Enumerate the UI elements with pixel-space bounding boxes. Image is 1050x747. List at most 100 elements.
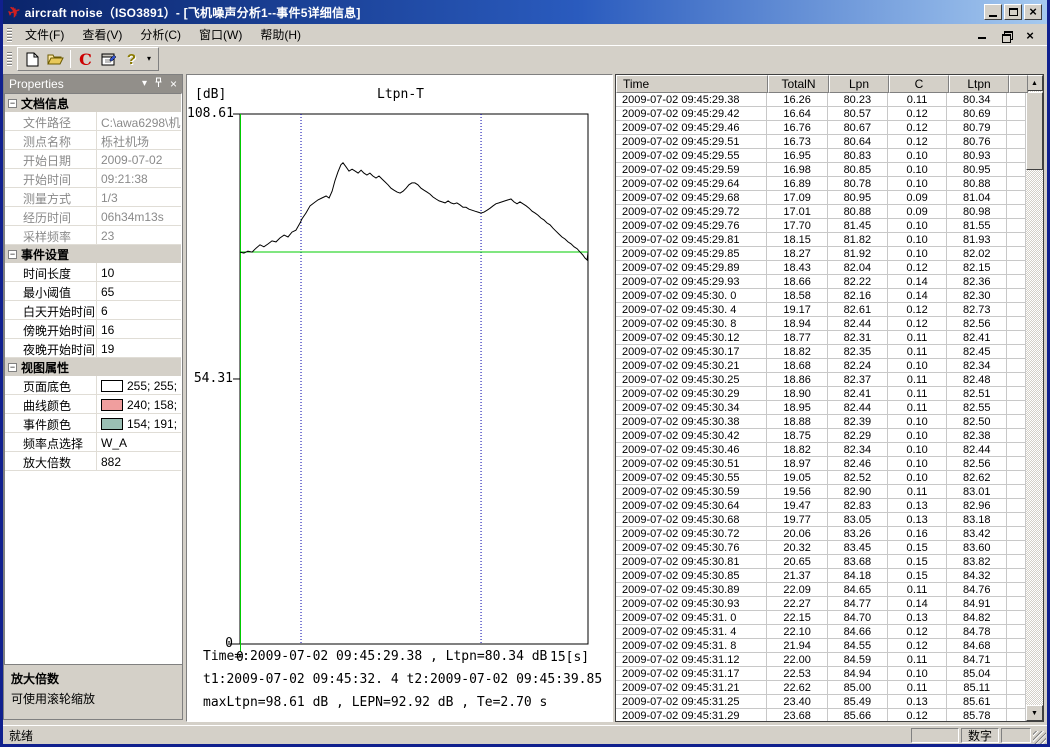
table-row[interactable]: 2009-07-02 09:45:31. 022.1584.700.1384.8… (616, 611, 1026, 625)
table-row[interactable]: 2009-07-02 09:45:30.8922.0984.650.1184.7… (616, 583, 1026, 597)
table-row[interactable]: 2009-07-02 09:45:30.2118.6882.240.1082.3… (616, 359, 1026, 373)
table-row[interactable]: 2009-07-02 09:45:29.7617.7081.450.1081.5… (616, 219, 1026, 233)
scrollbar-thumb[interactable] (1026, 92, 1043, 170)
menu-item-2[interactable]: 分析(C) (131, 25, 190, 45)
table-row[interactable]: 2009-07-02 09:45:30.6419.4782.830.1382.9… (616, 499, 1026, 513)
table-row[interactable]: 2009-07-02 09:45:30.4218.7582.290.1082.3… (616, 429, 1026, 443)
chevron-down-icon[interactable]: ▾ (142, 79, 147, 89)
table-row[interactable]: 2009-07-02 09:45:30.5919.5682.900.1183.0… (616, 485, 1026, 499)
table-row[interactable]: 2009-07-02 09:45:31. 422.1084.660.1284.7… (616, 625, 1026, 639)
mdi-restore-button[interactable] (999, 28, 1013, 41)
column-header-TotalN[interactable]: TotalN (768, 75, 829, 93)
table-row[interactable]: 2009-07-02 09:45:30.2918.9082.410.1182.5… (616, 387, 1026, 401)
collapse-icon[interactable]: − (8, 99, 17, 108)
menu-item-3[interactable]: 窗口(W) (190, 25, 251, 45)
table-row[interactable]: 2009-07-02 09:45:30.3418.9582.440.1182.5… (616, 401, 1026, 415)
table-row[interactable]: 2009-07-02 09:45:29.8118.1581.820.1081.9… (616, 233, 1026, 247)
table-row[interactable]: 2009-07-02 09:45:30.2518.8682.370.1182.4… (616, 373, 1026, 387)
property-section-header[interactable]: −事件设置 (5, 245, 181, 263)
column-header-Lpn[interactable]: Lpn (829, 75, 889, 93)
open-file-button[interactable] (44, 48, 67, 70)
help-button[interactable]: ? (120, 48, 143, 70)
table-row[interactable]: 2009-07-02 09:45:30.9322.2784.770.1484.9… (616, 597, 1026, 611)
table-row[interactable]: 2009-07-02 09:45:30.1218.7782.310.1182.4… (616, 331, 1026, 345)
table-row[interactable]: 2009-07-02 09:45:30.7220.0683.260.1683.4… (616, 527, 1026, 541)
color-swatch[interactable] (101, 399, 123, 411)
analysis-button[interactable]: C (74, 48, 97, 70)
property-value[interactable]: 255; 255; 25 (97, 376, 181, 394)
table-row[interactable]: 2009-07-02 09:45:31.1722.5384.940.1085.0… (616, 667, 1026, 681)
table-row[interactable]: 2009-07-02 09:45:30.5118.9782.460.1082.5… (616, 457, 1026, 471)
toolbar-grip[interactable] (7, 52, 12, 66)
table-row[interactable]: 2009-07-02 09:45:29.6817.0980.950.0981.0… (616, 191, 1026, 205)
collapse-icon[interactable]: − (8, 250, 17, 259)
property-value[interactable]: 19 (97, 339, 181, 357)
table-row[interactable]: 2009-07-02 09:45:29.4616.7680.670.1280.7… (616, 121, 1026, 135)
property-value[interactable]: W_A (97, 433, 181, 451)
column-header-Time[interactable]: Time (616, 75, 768, 93)
table-row[interactable]: 2009-07-02 09:45:31.2923.6885.660.1285.7… (616, 709, 1026, 721)
table-cell: 19.17 (767, 303, 828, 316)
table-row[interactable]: 2009-07-02 09:45:30.1718.8282.350.1182.4… (616, 345, 1026, 359)
mdi-close-button[interactable]: × (1023, 28, 1037, 41)
table-row[interactable]: 2009-07-02 09:45:29.5116.7380.640.1280.7… (616, 135, 1026, 149)
collapse-icon[interactable]: − (8, 363, 17, 372)
maximize-button[interactable] (1004, 4, 1022, 20)
property-value[interactable]: 65 (97, 282, 181, 300)
table-row[interactable]: 2009-07-02 09:45:30.5519.0582.520.1082.6… (616, 471, 1026, 485)
color-swatch[interactable] (101, 418, 123, 430)
scroll-up-arrow-icon[interactable]: ▲ (1026, 75, 1043, 91)
column-header-Ltpn[interactable]: Ltpn (949, 75, 1009, 93)
table-row[interactable]: 2009-07-02 09:45:30. 018.5882.160.1482.3… (616, 289, 1026, 303)
scroll-down-arrow-icon[interactable]: ▼ (1026, 705, 1043, 721)
table-row[interactable]: 2009-07-02 09:45:31.2122.6285.000.1185.1… (616, 681, 1026, 695)
table-row[interactable]: 2009-07-02 09:45:29.8518.2781.920.1082.0… (616, 247, 1026, 261)
table-row[interactable]: 2009-07-02 09:45:30.6819.7783.050.1383.1… (616, 513, 1026, 527)
new-file-button[interactable] (21, 48, 44, 70)
table-row[interactable]: 2009-07-02 09:45:29.3816.2680.230.1180.3… (616, 93, 1026, 107)
resize-grip[interactable] (1033, 731, 1046, 744)
table-row[interactable]: 2009-07-02 09:45:29.5916.9880.850.1080.9… (616, 163, 1026, 177)
table-row[interactable]: 2009-07-02 09:45:29.9318.6682.220.1482.3… (616, 275, 1026, 289)
close-panel-icon[interactable]: × (170, 79, 177, 89)
table-row[interactable]: 2009-07-02 09:45:30.3818.8882.390.1082.5… (616, 415, 1026, 429)
table-row[interactable]: 2009-07-02 09:45:30.8120.6583.680.1583.8… (616, 555, 1026, 569)
table-row[interactable]: 2009-07-02 09:45:29.8918.4382.040.1282.1… (616, 261, 1026, 275)
menu-item-1[interactable]: 查看(V) (73, 25, 131, 45)
table-row[interactable]: 2009-07-02 09:45:30. 818.9482.440.1282.5… (616, 317, 1026, 331)
menu-grip[interactable] (7, 28, 12, 42)
minimize-button[interactable] (984, 4, 1002, 20)
table-row[interactable]: 2009-07-02 09:45:29.7217.0180.880.0980.9… (616, 205, 1026, 219)
property-value[interactable]: 6 (97, 301, 181, 319)
table-vertical-scrollbar[interactable]: ▲ ▼ (1026, 75, 1043, 721)
column-header-C[interactable]: C (889, 75, 949, 93)
table-row[interactable]: 2009-07-02 09:45:29.6416.8980.780.1080.8… (616, 177, 1026, 191)
column-header-blank[interactable] (1009, 75, 1028, 93)
property-section-header[interactable]: −文档信息 (5, 94, 181, 112)
color-swatch[interactable] (101, 380, 123, 392)
table-row[interactable]: 2009-07-02 09:45:30.7620.3283.450.1583.6… (616, 541, 1026, 555)
table-row[interactable]: 2009-07-02 09:45:31. 821.9484.550.1284.6… (616, 639, 1026, 653)
mdi-minimize-button[interactable] (975, 28, 989, 41)
property-section-header[interactable]: −视图属性 (5, 358, 181, 376)
property-value[interactable]: 240; 158; 15 (97, 395, 181, 413)
menu-item-0[interactable]: 文件(F) (16, 25, 73, 45)
table-row[interactable]: 2009-07-02 09:45:30.8521.3784.180.1584.3… (616, 569, 1026, 583)
pin-icon[interactable] (154, 77, 163, 91)
property-value[interactable]: 16 (97, 320, 181, 338)
property-value[interactable]: 154; 191; 18 (97, 414, 181, 432)
property-value[interactable]: 10 (97, 263, 181, 281)
table-row[interactable]: 2009-07-02 09:45:29.5516.9580.830.1080.9… (616, 149, 1026, 163)
table-row[interactable]: 2009-07-02 09:45:30.4618.8282.340.1082.4… (616, 443, 1026, 457)
table-cell: 18.97 (767, 457, 828, 470)
table-row[interactable]: 2009-07-02 09:45:31.2523.4085.490.1385.6… (616, 695, 1026, 709)
chart-panel[interactable]: Ltpn-T [dB] 108.6154.310015[s]Time=:2009… (186, 74, 613, 722)
menu-item-4[interactable]: 帮助(H) (251, 25, 310, 45)
toolbar-overflow-button[interactable]: ▾ (143, 48, 155, 70)
table-row[interactable]: 2009-07-02 09:45:31.1222.0084.590.1184.7… (616, 653, 1026, 667)
table-row[interactable]: 2009-07-02 09:45:29.4216.6480.570.1280.6… (616, 107, 1026, 121)
property-value[interactable]: 882 (97, 452, 181, 470)
properties-button[interactable] (97, 48, 120, 70)
close-button[interactable]: × (1024, 4, 1042, 20)
table-row[interactable]: 2009-07-02 09:45:30. 419.1782.610.1282.7… (616, 303, 1026, 317)
